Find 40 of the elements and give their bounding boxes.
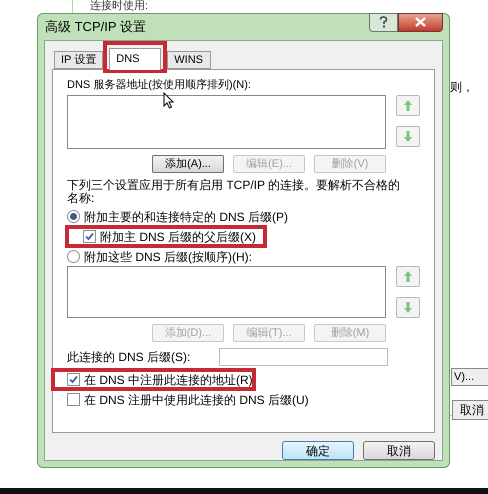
close-icon — [415, 17, 426, 27]
text: 连接时使用: — [90, 0, 148, 12]
up-arrow-icon — [403, 99, 413, 112]
checkbox[interactable] — [67, 393, 80, 406]
settings-button[interactable]: V)... — [451, 368, 488, 386]
text: 则， — [450, 79, 474, 96]
suffix-input-field[interactable] — [219, 348, 388, 366]
option-label: 在 DNS 中注册此连接的地址(R) — [84, 372, 253, 388]
move-up-button[interactable] — [396, 266, 420, 287]
mouse-cursor-icon — [163, 92, 174, 109]
radio-button[interactable] — [67, 210, 80, 223]
option-label: 附加主 DNS 后缀的父后缀(X) — [100, 228, 256, 246]
suffix-list[interactable] — [67, 266, 386, 318]
checkbox[interactable] — [83, 230, 96, 243]
wins-tab[interactable]: WINS — [167, 51, 212, 69]
field-label: 此连接的 DNS 后缀(S): — [67, 349, 192, 366]
description-text: 下列三个设置应用于所有启用 TCP/IP 的连接。要解析不合格的名称: — [67, 179, 402, 205]
up-arrow-icon — [403, 270, 413, 283]
option-label: 附加这些 DNS 后缀(按顺序)(H): — [84, 248, 252, 266]
down-arrow-icon — [403, 301, 413, 314]
help-button[interactable] — [369, 12, 398, 32]
option-label: 附加主要的和连接特定的 DNS 后缀(P) — [84, 208, 288, 226]
dns-tab[interactable]: DNS — [109, 48, 162, 70]
move-up-button[interactable] — [396, 95, 420, 116]
cancel-button[interactable]: 取消 — [363, 441, 435, 460]
ip-settings-tab[interactable]: IP 设置 — [54, 51, 104, 69]
close-button[interactable] — [398, 12, 443, 32]
dns-server-list[interactable] — [67, 95, 386, 149]
ok-button[interactable]: 确定 — [282, 441, 354, 460]
down-arrow-icon — [403, 130, 413, 143]
add-button[interactable]: 添加(A)... — [152, 155, 224, 173]
help-icon — [379, 16, 388, 28]
radio-button[interactable] — [67, 250, 80, 263]
move-down-button[interactable] — [396, 297, 420, 318]
window-title: 高级 TCP/IP 设置 — [45, 18, 146, 36]
checkbox[interactable] — [67, 373, 80, 386]
option-label: 在 DNS 注册中使用此连接的 DNS 后缀(U) — [84, 392, 309, 408]
field-label: DNS 服务器地址(按使用顺序排列)(N): — [67, 78, 252, 92]
cancel-button[interactable]: 取消 — [452, 400, 488, 420]
move-down-button[interactable] — [396, 126, 420, 147]
